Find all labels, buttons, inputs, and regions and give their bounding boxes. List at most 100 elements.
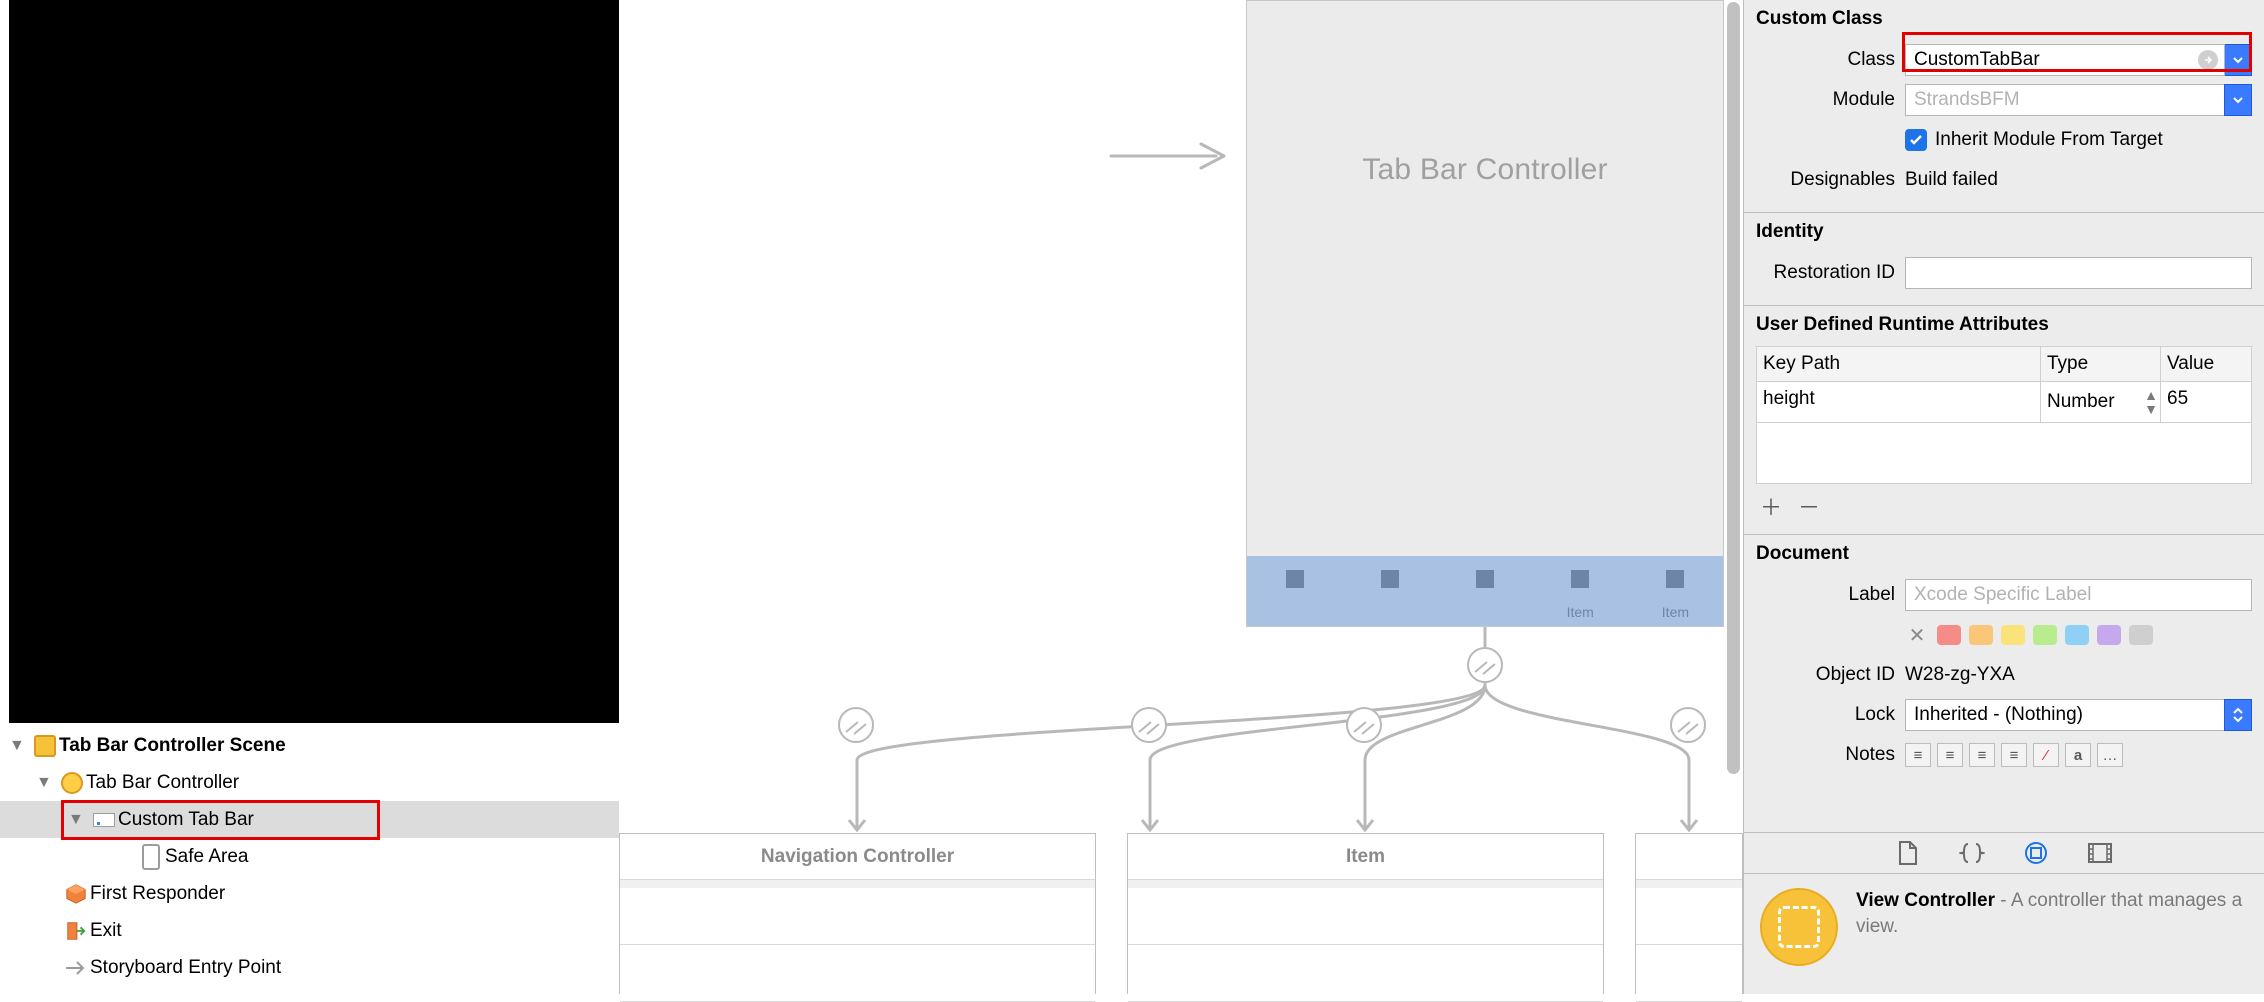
- align-left-button[interactable]: ≡: [1905, 743, 1931, 767]
- udra-row[interactable]: height Number ▲▼ 65: [1757, 382, 2251, 423]
- text-color-button[interactable]: ⁄: [2033, 743, 2059, 767]
- tree-label: Custom Tab Bar: [118, 809, 254, 831]
- panel-identity: Identity Restoration ID: [1744, 213, 2264, 306]
- segue-handle[interactable]: [838, 707, 874, 743]
- tbc-tab-2[interactable]: [1342, 556, 1437, 626]
- child-vc-card-2[interactable]: Item: [1127, 833, 1604, 994]
- clear-icon[interactable]: [2198, 50, 2218, 70]
- color-swatch[interactable]: [1969, 625, 1993, 645]
- color-swatch[interactable]: [2097, 625, 2121, 645]
- circle-square-icon: [2024, 841, 2048, 865]
- lock-select[interactable]: Inherited - (Nothing): [1905, 699, 2225, 731]
- tbc-tab-1[interactable]: [1247, 556, 1342, 626]
- seg-file-button[interactable]: [1893, 838, 1923, 868]
- film-icon: [2087, 842, 2113, 864]
- field-label: Module: [1756, 89, 1905, 111]
- lock-dropdown-button[interactable]: [2224, 699, 2252, 731]
- library-segmented-control: [1744, 832, 2264, 874]
- tabbar-icon: [93, 813, 115, 827]
- segue-handle[interactable]: [1467, 647, 1503, 683]
- exit-icon: [65, 920, 87, 942]
- color-clear-button[interactable]: ✕: [1905, 625, 1929, 645]
- udra-type[interactable]: Number ▲▼: [2041, 382, 2161, 422]
- restoration-id-input[interactable]: [1905, 257, 2252, 289]
- tree-row-first-responder[interactable]: First Responder: [0, 875, 619, 912]
- chevron-down-icon: [2232, 94, 2244, 106]
- storyboard-canvas[interactable]: Tab Bar Controller Item Item Navigation …: [619, 0, 1743, 994]
- align-center-button[interactable]: ≡: [1937, 743, 1963, 767]
- inherit-checkbox[interactable]: [1905, 129, 1927, 151]
- udra-key[interactable]: height: [1757, 382, 2041, 422]
- tbc-tab-4[interactable]: Item: [1533, 556, 1628, 626]
- tree-row-controller[interactable]: ▼ Tab Bar Controller: [0, 764, 619, 801]
- braces-icon: [1959, 842, 1985, 864]
- color-swatch[interactable]: [1937, 625, 1961, 645]
- tab-glyph-icon: [1571, 570, 1589, 588]
- seg-object-button[interactable]: [2021, 838, 2051, 868]
- section-title: User Defined Runtime Attributes: [1756, 314, 2252, 336]
- seg-snippet-button[interactable]: [1957, 838, 1987, 868]
- disclosure-icon[interactable]: ▼: [36, 774, 54, 792]
- tree-row-exit[interactable]: Exit: [0, 912, 619, 949]
- safearea-icon: [142, 844, 160, 870]
- field-label: Restoration ID: [1756, 262, 1905, 284]
- segue-handle[interactable]: [1131, 707, 1167, 743]
- udra-col-key[interactable]: Key Path: [1757, 347, 2041, 381]
- stepper-icon[interactable]: ▲▼: [2144, 388, 2158, 416]
- field-label-colors: ✕: [1756, 615, 2252, 655]
- tree-label: Tab Bar Controller Scene: [59, 735, 286, 757]
- color-swatch[interactable]: [2065, 625, 2089, 645]
- notes-toolbar: ≡ ≡ ≡ ≡ ⁄ a …: [1905, 743, 2252, 767]
- module-dropdown-button[interactable]: [2224, 84, 2252, 116]
- udra-remove-button[interactable]: －: [1798, 490, 1820, 522]
- field-class: Class CustomTabBar: [1756, 40, 2252, 80]
- inspector-panel: Custom Class Class CustomTabBar Module S…: [1743, 0, 2264, 994]
- field-label: Label: [1756, 584, 1905, 606]
- align-right-button[interactable]: ≡: [1969, 743, 1995, 767]
- seg-media-button[interactable]: [2085, 838, 2115, 868]
- tbc-tabbar[interactable]: Item Item: [1247, 556, 1723, 626]
- class-input[interactable]: CustomTabBar: [1905, 44, 2225, 76]
- color-swatch[interactable]: [2001, 625, 2025, 645]
- library-item-text[interactable]: View Controller - A controller that mana…: [1856, 888, 2248, 980]
- color-swatches: ✕: [1905, 625, 2252, 645]
- tree-label: Exit: [90, 920, 122, 942]
- tree-row-entry-point[interactable]: Storyboard Entry Point: [0, 949, 619, 986]
- disclosure-icon[interactable]: ▼: [68, 811, 86, 829]
- color-swatch[interactable]: [2129, 625, 2153, 645]
- udra-col-type[interactable]: Type: [2041, 347, 2161, 381]
- outline-tree: ▼ Tab Bar Controller Scene ▼ Tab Bar Con…: [0, 727, 619, 994]
- tbc-tab-3[interactable]: [1437, 556, 1532, 626]
- viewcontroller-icon: [61, 772, 83, 794]
- card-title: Navigation Controller: [620, 834, 1095, 880]
- tree-row-safe-area[interactable]: Safe Area: [0, 838, 619, 875]
- check-icon: [1908, 132, 1924, 148]
- disclosure-icon[interactable]: ▼: [9, 737, 27, 755]
- class-dropdown-button[interactable]: [2224, 44, 2252, 76]
- scrollbar-thumb[interactable]: [1727, 2, 1740, 774]
- canvas-scrollbar[interactable]: [1725, 0, 1743, 994]
- file-icon: [1897, 840, 1919, 866]
- font-button[interactable]: a: [2065, 743, 2091, 767]
- tbc-tab-5[interactable]: Item: [1628, 556, 1723, 626]
- tab-bar-controller-scene[interactable]: Tab Bar Controller Item Item: [1246, 0, 1724, 627]
- tree-row-custom-tab-bar[interactable]: ▼ Custom Tab Bar: [0, 801, 619, 838]
- udra-type-value: Number: [2047, 391, 2115, 413]
- field-module: Module StrandsBFM: [1756, 80, 2252, 120]
- udra-add-button[interactable]: ＋: [1760, 490, 1782, 522]
- label-input[interactable]: Xcode Specific Label: [1905, 579, 2252, 611]
- child-vc-card-1[interactable]: Navigation Controller: [619, 833, 1096, 994]
- more-button[interactable]: …: [2097, 743, 2123, 767]
- field-inherit: Inherit Module From Target: [1756, 120, 2252, 160]
- segue-handle[interactable]: [1346, 707, 1382, 743]
- tree-row-scene[interactable]: ▼ Tab Bar Controller Scene: [0, 727, 619, 764]
- align-justify-button[interactable]: ≡: [2001, 743, 2027, 767]
- module-input[interactable]: StrandsBFM: [1905, 84, 2225, 116]
- segue-handle[interactable]: [1670, 707, 1706, 743]
- udra-value[interactable]: 65: [2161, 382, 2251, 422]
- color-swatch[interactable]: [2033, 625, 2057, 645]
- library-item-icon[interactable]: [1760, 888, 1838, 966]
- udra-col-value[interactable]: Value: [2161, 347, 2251, 381]
- field-lock: Lock Inherited - (Nothing): [1756, 695, 2252, 735]
- table-row: [1128, 945, 1603, 1002]
